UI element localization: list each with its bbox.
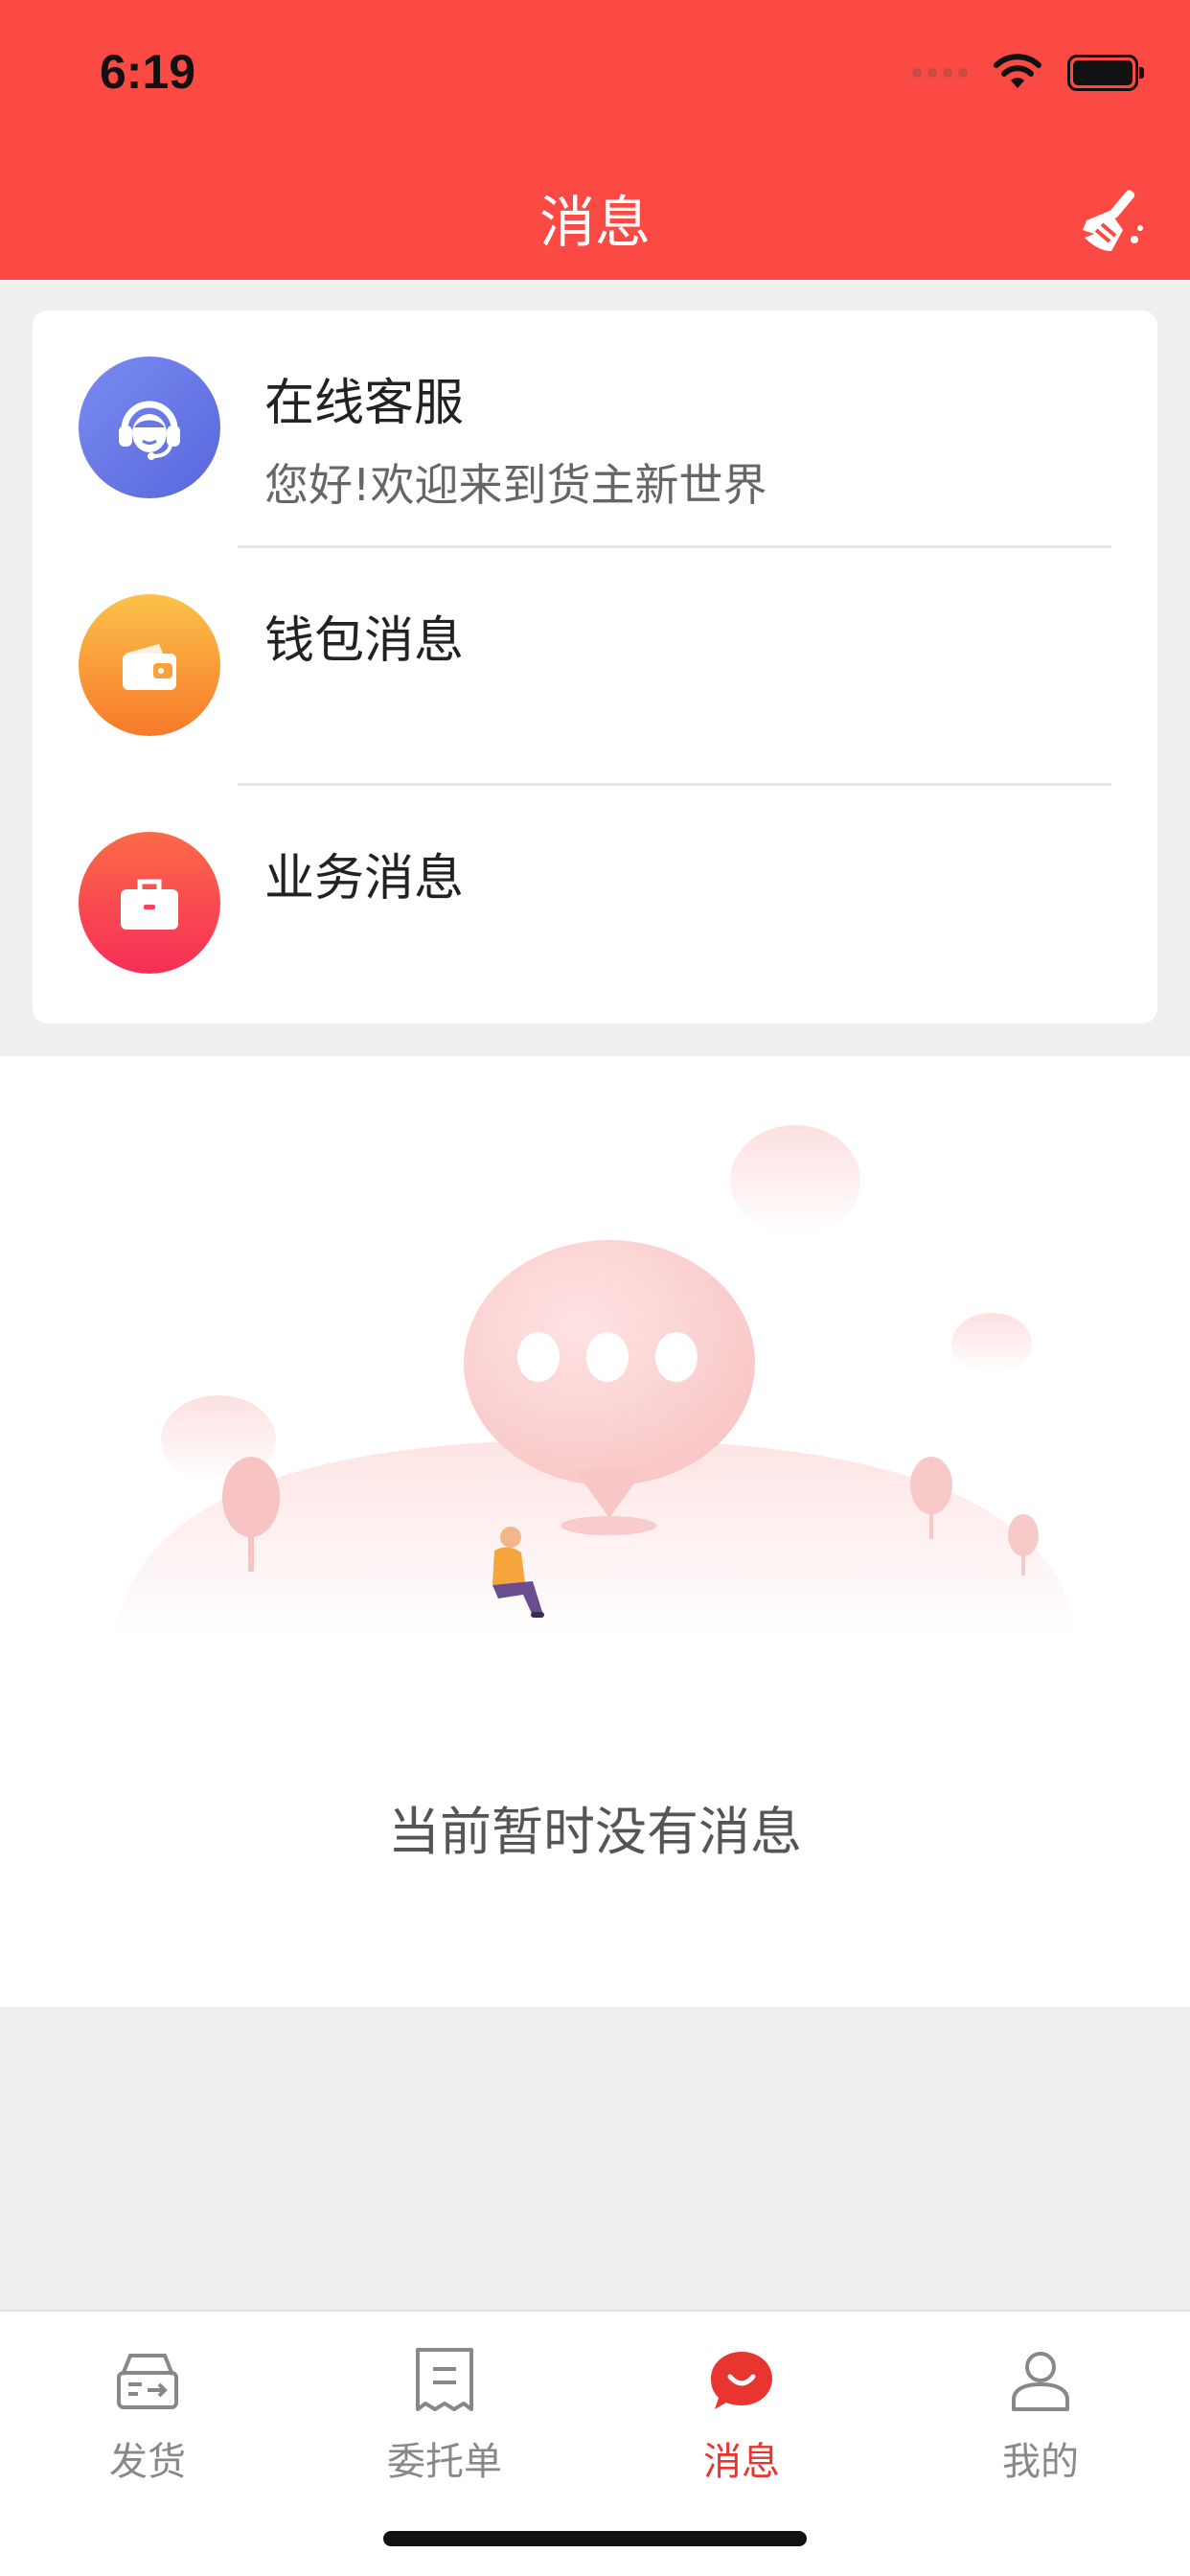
message-row-online-service[interactable]: 在线客服 您好!欢迎来到货主新世界	[33, 310, 1157, 548]
message-row-business[interactable]: 业务消息	[33, 786, 1157, 1024]
header-bar: 6:19 消息	[0, 0, 1190, 280]
tab-label: 消息	[703, 2440, 780, 2484]
message-preview: 您好!欢迎来到货主新世界	[264, 459, 767, 511]
tab-label: 发货	[109, 2440, 186, 2484]
message-title: 钱包消息	[264, 612, 465, 670]
empty-illustration	[115, 1125, 1078, 1641]
tab-label: 委托单	[387, 2440, 502, 2484]
tab-profile[interactable]: 我的	[945, 2334, 1136, 2484]
tab-messages[interactable]: 消息	[646, 2334, 837, 2484]
tab-label: 我的	[1002, 2440, 1079, 2484]
wallet-icon	[79, 594, 220, 736]
signal-icon	[912, 68, 968, 78]
message-row-wallet[interactable]: 钱包消息	[33, 548, 1157, 786]
wifi-icon	[994, 54, 1041, 88]
briefcase-icon	[79, 832, 220, 974]
person-icon	[1012, 2352, 1069, 2411]
battery-icon	[1067, 55, 1144, 91]
messages-page: 6:19 消息 在线客服 您好!欢迎来到货主新世界 钱包消息 业务消息 当前暂时…	[0, 0, 1190, 2576]
empty-message: 当前暂时没有消息	[388, 1802, 802, 1862]
tab-orders[interactable]: 委托单	[349, 2334, 540, 2484]
message-title: 在线客服	[264, 375, 465, 432]
empty-state: 当前暂时没有消息	[0, 1056, 1190, 2007]
home-indicator	[383, 2531, 807, 2546]
message-list: 在线客服 您好!欢迎来到货主新世界 钱包消息 业务消息	[33, 310, 1157, 1024]
headset-icon	[79, 356, 220, 498]
status-time: 6:19	[100, 45, 196, 99]
tab-ship[interactable]: 发货	[52, 2334, 243, 2484]
status-indicators	[912, 54, 1144, 92]
receipt-icon	[416, 2348, 473, 2411]
page-title: 消息	[538, 190, 651, 255]
message-title: 业务消息	[264, 850, 465, 908]
chat-bubble-icon	[711, 2352, 772, 2409]
broom-icon[interactable]	[1073, 182, 1150, 259]
truck-box-icon	[117, 2354, 178, 2409]
